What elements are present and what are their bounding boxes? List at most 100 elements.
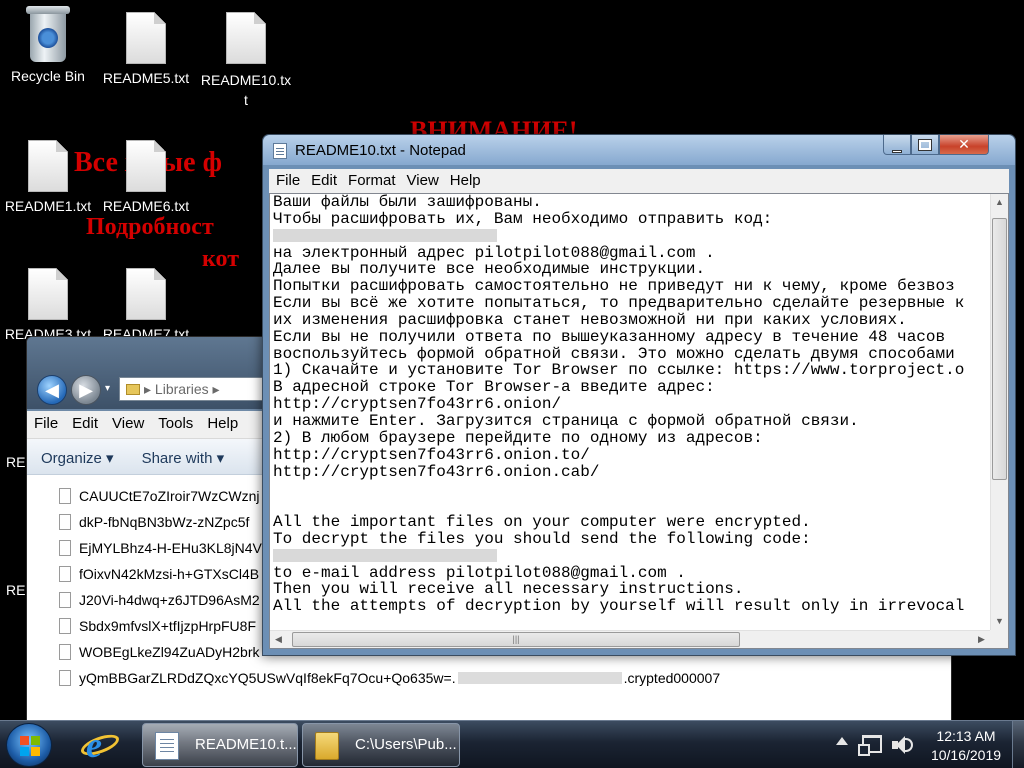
file-name: fOixvN42kMzsi-h+GTXsCl4B xyxy=(79,566,260,582)
menu-edit[interactable]: Edit xyxy=(65,411,105,432)
file-icon xyxy=(59,618,71,634)
text-line: Попытки расшифровать самостоятельно не п… xyxy=(273,277,955,296)
taskbar-item-notepad[interactable]: README10.t... xyxy=(142,723,298,767)
file-icon xyxy=(59,644,71,660)
list-item[interactable]: EjMYLBhz4-H-EHu3KL8jN4V xyxy=(59,537,262,559)
scroll-thumb[interactable]: ||| xyxy=(292,632,740,647)
clock-time: 12:13 AM xyxy=(936,728,996,744)
list-item[interactable]: J20Vi-h4dwq+z6JTD96AsM2 xyxy=(59,589,260,611)
menu-file[interactable]: File xyxy=(269,169,304,189)
scroll-thumb[interactable] xyxy=(992,218,1007,480)
file-name: yQmBBGarZLRDdZQxcYQ5USwVqIf8ekFq7Ocu+Qo6… xyxy=(79,670,456,686)
clock[interactable]: 12:13 AM 10/16/2019 xyxy=(926,727,1006,765)
text-line: http://cryptsen7fo43rr6.onion.to/ xyxy=(273,445,590,464)
desktop-icon-readme7[interactable]: README7.txt xyxy=(98,268,194,342)
notepad-icon xyxy=(155,732,179,760)
breadcrumb-sep-icon: ▸ xyxy=(144,381,155,397)
internet-explorer-icon[interactable]: e xyxy=(78,727,124,763)
text-line: to e-mail address pilotpilot088@gmail.co… xyxy=(273,563,686,582)
text-line: Чтобы расшифровать их, Вам необходимо от… xyxy=(273,209,773,228)
text-line: http://cryptsen7fo43rr6.onion/ xyxy=(273,395,562,414)
notepad-icon xyxy=(273,143,287,159)
scroll-down-icon[interactable]: ▼ xyxy=(991,613,1008,630)
menu-view[interactable]: View xyxy=(105,411,151,432)
notepad-window[interactable]: README10.txt - Notepad ✕ File Edit Format V… xyxy=(262,134,1016,656)
file-name: Sbdx9mfvslX+tfIjzpHrpFU8F xyxy=(79,618,256,634)
text-line xyxy=(273,548,988,565)
file-icon xyxy=(59,670,71,686)
menu-tools[interactable]: Tools xyxy=(151,411,200,432)
address-bar[interactable]: ▸ Libraries ▸ xyxy=(119,377,279,401)
title-bar[interactable]: README10.txt - Notepad ✕ xyxy=(263,135,1015,165)
text-line: All the attempts of decryption by yourse… xyxy=(273,597,965,616)
text-line: В адресной строке Tor Browser-а введите … xyxy=(273,378,715,397)
text-line: All the important files on your computer… xyxy=(273,513,811,532)
text-editor[interactable]: Ваши файлы были зашифрованы. Чтобы расшиф… xyxy=(269,193,1009,649)
minimize-button[interactable] xyxy=(883,135,911,155)
desktop-icon-label: README5.txt xyxy=(102,70,190,86)
file-icon xyxy=(59,592,71,608)
taskbar-item-label: README10.t... xyxy=(195,736,297,753)
file-name: EjMYLBhz4-H-EHu3KL8jN4V xyxy=(79,540,262,556)
menu-view[interactable]: View xyxy=(400,169,443,189)
file-name: CAUUCtE7oZIroir7WzCWznj xyxy=(79,488,260,504)
maximize-button[interactable] xyxy=(911,135,939,155)
text-line: 2) В любом браузере перейдите по одному … xyxy=(273,428,763,447)
taskbar-item-explorer[interactable]: C:\Users\Pub... xyxy=(302,723,460,767)
document-text[interactable]: Ваши файлы были зашифрованы. Чтобы расшиф… xyxy=(273,194,988,628)
vertical-scrollbar[interactable]: ▲ ▼ xyxy=(990,194,1008,630)
breadcrumb-libraries[interactable]: Libraries xyxy=(155,381,209,397)
desktop-icon-readme5[interactable]: README5.txt xyxy=(98,12,194,86)
desktop-icon-readme6[interactable]: README6.txt xyxy=(98,140,194,214)
file-name: dkP-fbNqBN3bWz-zNZpc5f xyxy=(79,514,250,530)
menu-help[interactable]: Help xyxy=(443,169,485,189)
menu-file[interactable]: File xyxy=(27,411,65,432)
desktop-icon-label: README1.txt xyxy=(4,198,92,214)
menu-format[interactable]: Format xyxy=(341,169,400,189)
history-dropdown-icon[interactable]: ▾ xyxy=(105,383,110,394)
folder-icon xyxy=(126,384,140,395)
file-name: J20Vi-h4dwq+z6JTD96AsM2 xyxy=(79,592,260,608)
organize-button[interactable]: Organize ▾ xyxy=(27,439,128,467)
text-line: Далее вы получите все необходимые инстру… xyxy=(273,260,706,279)
network-icon[interactable] xyxy=(858,735,882,756)
file-icon xyxy=(59,540,71,556)
text-line: Если вы всё же хотите попытаться, то пре… xyxy=(273,294,965,313)
text-line: воспользуйтесь формой обратной связи. Эт… xyxy=(273,344,955,363)
show-hidden-icons-icon[interactable] xyxy=(836,737,848,745)
forward-arrow-icon[interactable]: ▶ xyxy=(71,375,101,405)
share-with-button[interactable]: Share with ▾ xyxy=(128,439,239,467)
desktop-icon-readme1[interactable]: README1.txt xyxy=(0,140,96,214)
desktop-icon-recycle-bin[interactable]: Recycle Bin xyxy=(0,6,96,84)
scroll-up-icon[interactable]: ▲ xyxy=(991,194,1008,211)
desktop-icon-readme10[interactable]: README10.txt xyxy=(196,12,296,110)
text-line: их изменения расшифровка станет невозмож… xyxy=(273,310,907,329)
scroll-right-icon[interactable]: ▶ xyxy=(973,631,990,648)
list-item[interactable]: dkP-fbNqBN3bWz-zNZpc5f xyxy=(59,511,249,533)
horizontal-scrollbar[interactable]: ◀ ||| ▶ xyxy=(270,630,990,648)
list-item[interactable]: Sbdx9mfvslX+tfIjzpHrpFU8F xyxy=(59,615,256,637)
list-item[interactable]: yQmBBGarZLRDdZQxcYQ5USwVqIf8ekFq7Ocu+Qo6… xyxy=(59,667,720,689)
menu-edit[interactable]: Edit xyxy=(304,169,341,189)
clock-date: 10/16/2019 xyxy=(930,747,1002,763)
wallpaper-line-details: Подробност xyxy=(86,214,214,240)
show-desktop-button[interactable] xyxy=(1012,721,1024,768)
text-file-icon xyxy=(28,140,68,192)
scrollbar-corner xyxy=(990,630,1008,648)
recycle-bin-icon xyxy=(26,6,70,64)
volume-icon[interactable] xyxy=(892,735,913,755)
desktop-icon-readme3[interactable]: README3.txt xyxy=(0,268,96,342)
list-item[interactable]: WOBEgLkeZl94ZuADyH2brk xyxy=(59,641,260,663)
list-item[interactable]: fOixvN42kMzsi-h+GTXsCl4B xyxy=(59,563,259,585)
text-line: Then you will receive all necessary inst… xyxy=(273,580,744,599)
folder-icon xyxy=(315,732,339,760)
redacted-text xyxy=(273,228,497,242)
scroll-left-icon[interactable]: ◀ xyxy=(270,631,287,648)
list-item[interactable]: CAUUCtE7oZIroir7WzCWznj xyxy=(59,485,259,507)
window-title: README10.txt - Notepad xyxy=(295,142,466,159)
back-arrow-icon[interactable]: ◀ xyxy=(37,375,67,405)
redacted-text xyxy=(273,548,497,562)
close-button[interactable]: ✕ xyxy=(939,135,989,155)
start-button[interactable] xyxy=(6,723,52,767)
menu-help[interactable]: Help xyxy=(200,411,245,432)
